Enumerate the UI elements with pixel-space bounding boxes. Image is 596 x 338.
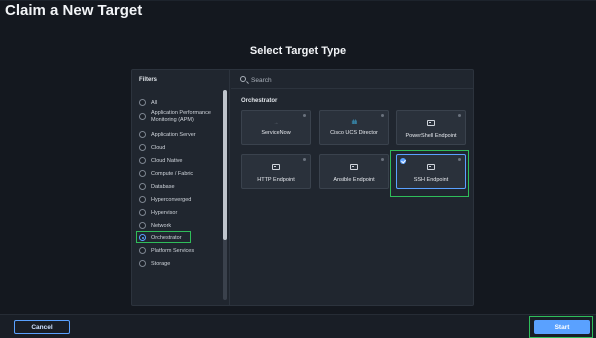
top-border <box>0 0 596 1</box>
filter-label: Network <box>151 222 172 229</box>
filter-label: Hypervisor <box>151 209 178 216</box>
radio-icon[interactable] <box>139 144 146 151</box>
filters-scrollbar-thumb[interactable] <box>223 90 227 240</box>
search-bar <box>231 70 473 89</box>
terminal-icon <box>427 120 435 126</box>
radio-icon[interactable] <box>139 113 146 120</box>
radio-icon[interactable] <box>139 183 146 190</box>
filter-label: All <box>151 99 158 106</box>
card-label: ServiceNow <box>261 130 291 136</box>
card-cisco-ucs-director[interactable]: ılılı Cisco UCS Director <box>319 110 389 145</box>
card-label: Cisco UCS Director <box>330 130 378 136</box>
card-powershell-endpoint[interactable]: PowerShell Endpoint <box>396 110 466 145</box>
radio-icon[interactable] <box>139 222 146 229</box>
card-label: Ansible Endpoint <box>333 177 375 183</box>
filter-cloud-native[interactable]: Cloud Native <box>139 157 183 164</box>
filter-label: Application Server <box>151 131 196 138</box>
info-dot-icon <box>381 114 384 117</box>
filter-application-server[interactable]: Application Server <box>139 131 196 138</box>
card-label: PowerShell Endpoint <box>405 133 457 139</box>
filter-compute-fabric[interactable]: Compute / Fabric <box>139 170 193 177</box>
filter-label: Platform Services <box>151 247 195 254</box>
servicenow-icon: → <box>273 120 279 126</box>
filter-label: Compute / Fabric <box>151 170 194 177</box>
info-dot-icon <box>381 158 384 161</box>
card-http-endpoint[interactable]: HTTP Endpoint <box>241 154 311 189</box>
info-dot-icon <box>458 114 461 117</box>
cisco-icon: ılılı <box>351 120 357 126</box>
filter-label: Database <box>151 183 175 190</box>
filter-network[interactable]: Network <box>139 222 171 229</box>
section-title: Select Target Type <box>249 45 347 57</box>
ssh-endpoint-highlight-box <box>390 150 469 197</box>
radio-icon[interactable] <box>139 131 146 138</box>
filter-label: Storage <box>151 260 171 267</box>
terminal-icon <box>272 164 280 170</box>
card-label: HTTP Endpoint <box>257 177 295 183</box>
radio-icon[interactable] <box>139 170 146 177</box>
info-dot-icon <box>303 158 306 161</box>
filter-platform-services[interactable]: Platform Services <box>139 247 194 254</box>
filter-database[interactable]: Database <box>139 183 175 190</box>
radio-icon[interactable] <box>139 99 146 106</box>
filter-cloud[interactable]: Cloud <box>139 144 165 151</box>
start-highlight-box <box>529 316 593 338</box>
page-title: Claim a New Target <box>5 2 143 19</box>
cancel-button[interactable]: Cancel <box>14 320 70 334</box>
filter-label: Hyperconverged <box>151 196 192 203</box>
terminal-icon <box>350 164 358 170</box>
search-icon <box>240 76 246 82</box>
radio-icon[interactable] <box>139 260 146 267</box>
radio-icon[interactable] <box>139 196 146 203</box>
filter-all[interactable]: All <box>139 99 157 106</box>
filter-storage[interactable]: Storage <box>139 260 170 267</box>
search-input[interactable] <box>251 74 451 86</box>
filter-apm[interactable]: Application Performance Monitoring (APM) <box>139 110 223 124</box>
radio-icon[interactable] <box>139 247 146 254</box>
footer-bar <box>0 314 596 338</box>
card-ansible-endpoint[interactable]: Ansible Endpoint <box>319 154 389 189</box>
orchestrator-highlight-box <box>136 231 191 243</box>
radio-icon[interactable] <box>139 209 146 216</box>
radio-icon[interactable] <box>139 157 146 164</box>
filter-label: Cloud <box>151 144 166 151</box>
filter-hypervisor[interactable]: Hypervisor <box>139 209 177 216</box>
group-heading: Orchestrator <box>241 98 278 104</box>
filter-hyperconverged[interactable]: Hyperconverged <box>139 196 191 203</box>
card-servicenow[interactable]: → ServiceNow <box>241 110 311 145</box>
filter-label: Cloud Native <box>151 157 183 164</box>
filters-sidebar: Filters All Application Performance Moni… <box>132 70 230 305</box>
info-dot-icon <box>303 114 306 117</box>
filter-label: Application Performance Monitoring (APM) <box>151 110 211 123</box>
filters-heading: Filters <box>139 77 158 83</box>
